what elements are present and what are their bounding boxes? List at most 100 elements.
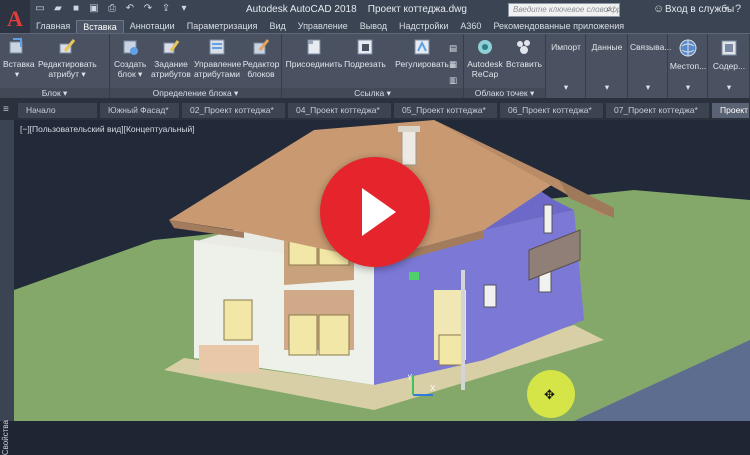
customize-qat-icon[interactable]: ▾ xyxy=(178,3,190,15)
manage-attributes-line2: атрибутами xyxy=(194,69,240,79)
ribbon: Вставка ▾ Редактировать атрибут ▾ Блок ▾ … xyxy=(0,33,750,99)
autocad-logo-icon: A xyxy=(7,6,23,31)
linking-label: Связыва... xyxy=(630,42,672,52)
tab-manage[interactable]: Управление xyxy=(292,20,354,33)
recap-line1: Autodesk xyxy=(467,59,503,69)
save-as-icon[interactable]: ▣ xyxy=(88,3,100,15)
user-icon[interactable]: ☺ xyxy=(653,3,664,15)
clip-label: Подрезать xyxy=(344,59,386,69)
create-block-line2: блок xyxy=(117,69,136,79)
block-editor-line2: блоков xyxy=(247,69,275,79)
tab-annotate[interactable]: Аннотации xyxy=(124,20,181,33)
point-cloud-icon xyxy=(517,40,530,54)
search-input[interactable]: Введите ключевое слово/фразу xyxy=(508,3,620,17)
content-label: Содер... xyxy=(712,61,746,71)
window-title: Autodesk AutoCAD 2018 Проект коттеджа.dw… xyxy=(246,4,467,15)
undo-icon[interactable]: ↶ xyxy=(124,3,136,15)
properties-label: Свойства xyxy=(1,420,10,455)
document-tab-04[interactable]: 04_Проект коттеджа* xyxy=(288,103,392,118)
create-block-button[interactable]: Создать блок ▾ xyxy=(114,37,146,79)
clip-button[interactable]: Подрезать xyxy=(342,37,388,69)
adjust-button[interactable]: Регулировать xyxy=(394,37,450,69)
tab-featured-apps[interactable]: Рекомендованные приложения xyxy=(487,20,630,33)
document-tab-bar: ≡ Начало Южный Фасад* 02_Проект коттеджа… xyxy=(0,98,750,120)
import-label: Импорт xyxy=(551,42,581,52)
block-editor-icon xyxy=(253,39,270,55)
attach-label: Присоединить xyxy=(285,59,343,69)
edit-attribute-button[interactable]: Редактировать атрибут ▾ xyxy=(38,37,97,79)
linking-panel[interactable]: Связыва... ▾ xyxy=(628,34,672,99)
data-panel[interactable]: Данные ▾ xyxy=(586,34,628,99)
content-panel[interactable]: Содер... ▾ xyxy=(708,34,750,99)
block-editor-button[interactable]: Редактор блоков xyxy=(242,37,280,79)
tab-a360[interactable]: A360 xyxy=(454,20,487,33)
recap-icon xyxy=(478,40,492,54)
clip-icon xyxy=(357,39,373,55)
open-folder-icon[interactable]: ▰ xyxy=(52,3,64,15)
document-tab-start[interactable]: Начало xyxy=(18,103,98,118)
document-tab-07[interactable]: 07_Проект коттеджа* xyxy=(606,103,710,118)
manage-attributes-button[interactable]: Управление атрибутами xyxy=(194,37,241,79)
new-file-icon[interactable]: ▭ xyxy=(34,3,46,15)
properties-palette-strip[interactable]: Свойства xyxy=(0,120,14,455)
document-tab-current[interactable]: Проект котт... xyxy=(712,103,750,118)
tab-view[interactable]: Вид xyxy=(263,20,291,33)
ribbon-tab-bar: Главная Вставка Аннотации Параметризация… xyxy=(30,20,750,33)
define-attributes-button[interactable]: Задание атрибутов xyxy=(150,37,192,79)
cursor-icon: ✥ xyxy=(544,387,555,402)
import-panel[interactable]: Импорт ▾ xyxy=(546,34,586,99)
block-panel: Вставка ▾ Редактировать атрибут ▾ Блок ▾ xyxy=(0,34,110,99)
video-play-button[interactable] xyxy=(320,157,430,267)
define-attributes-icon xyxy=(163,40,180,54)
drawing-viewport[interactable]: ✥ Y X xyxy=(14,120,750,421)
redo-icon[interactable]: ↷ xyxy=(142,3,154,15)
content-icon xyxy=(721,40,737,56)
tab-parametric[interactable]: Параметризация xyxy=(181,20,264,33)
chevron-down-icon[interactable]: ▾ xyxy=(724,4,728,13)
block-definition-panel: Создать блок ▾ Задание атрибутов Управле… xyxy=(110,34,282,99)
attach-point-cloud-button[interactable]: Вставить xyxy=(506,37,542,69)
point-cloud-panel: Autodesk ReCap Вставить Облако точек ▾ xyxy=(464,34,546,99)
file-tab-menu-icon[interactable]: ≡ xyxy=(3,104,15,116)
adjust-label: Регулировать xyxy=(395,59,449,69)
viewport-controls[interactable]: [−][Пользовательский вид][Концептуальный… xyxy=(20,124,195,134)
chevron-down-icon: ▾ xyxy=(726,82,732,92)
app-name: Autodesk AutoCAD 2018 xyxy=(246,4,357,15)
title-bar: ▭ ▰ ■ ▣ ⎙ ↶ ↷ ⇪ ▾ Autodesk AutoCAD 2018 … xyxy=(0,0,750,20)
tab-insert[interactable]: Вставка xyxy=(76,20,124,33)
ucs-axis-icon: Y X xyxy=(408,373,436,396)
adjust-icon xyxy=(414,39,430,55)
reference-tools-icon[interactable]: ▤ ▦ ▥ xyxy=(446,40,460,88)
edit-attribute-line1: Редактировать xyxy=(38,59,97,69)
document-tab-02[interactable]: 02_Проект коттеджа* xyxy=(182,103,286,118)
document-tab-south-facade[interactable]: Южный Фасад* xyxy=(100,103,180,118)
data-label: Данные xyxy=(591,42,623,52)
define-attributes-line2: атрибутов xyxy=(151,69,191,79)
attach-reference-button[interactable]: Присоединить xyxy=(284,37,344,69)
help-icon[interactable]: ? xyxy=(735,3,741,15)
chevron-down-icon: ▾ xyxy=(685,82,691,92)
location-panel[interactable]: Местоп... ▾ xyxy=(668,34,708,99)
plot-icon[interactable]: ⎙ xyxy=(106,3,118,15)
search-icon[interactable]: ⌕ xyxy=(606,4,612,15)
insert-block-button[interactable]: Вставка ▾ xyxy=(3,37,35,79)
tab-output[interactable]: Вывод xyxy=(354,20,393,33)
edit-attribute-line2: атрибут xyxy=(48,69,80,79)
globe-icon xyxy=(679,39,697,57)
save-icon[interactable]: ■ xyxy=(70,3,82,15)
ucs-y-label: Y xyxy=(408,373,413,382)
share-icon[interactable]: ⇪ xyxy=(160,3,172,15)
block-editor-line1: Редактор xyxy=(242,59,280,69)
insert-block-icon xyxy=(9,38,23,54)
document-tab-05[interactable]: 05_Проект коттеджа* xyxy=(394,103,498,118)
tab-add-ins[interactable]: Надстройки xyxy=(393,20,454,33)
tab-home[interactable]: Главная xyxy=(30,20,76,33)
document-tab-06[interactable]: 06_Проект коттеджа* xyxy=(500,103,604,118)
quick-access-toolbar: ▭ ▰ ■ ▣ ⎙ ↶ ↷ ⇪ ▾ xyxy=(34,3,190,15)
location-label: Местоп... xyxy=(669,61,707,71)
manage-attributes-icon xyxy=(209,39,225,55)
recap-button[interactable]: Autodesk ReCap xyxy=(467,37,503,79)
create-block-icon xyxy=(123,40,138,55)
chevron-down-icon: ▾ xyxy=(645,82,651,92)
create-block-line1: Создать xyxy=(114,59,147,69)
